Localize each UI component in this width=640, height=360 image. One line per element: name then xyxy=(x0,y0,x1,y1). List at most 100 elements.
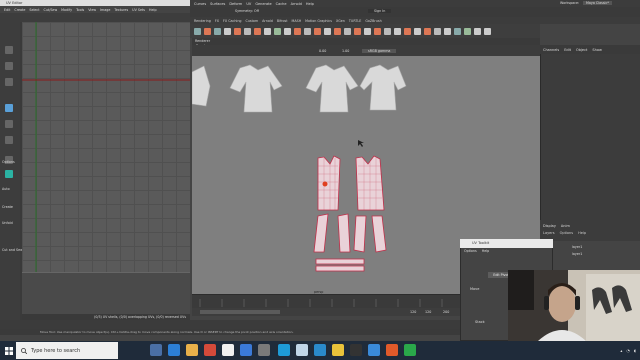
edge-icon[interactable] xyxy=(168,344,180,356)
exposure-field[interactable]: 0.00 xyxy=(319,49,326,53)
shelf-tool-icon[interactable] xyxy=(384,28,391,35)
app-icon[interactable] xyxy=(386,344,398,356)
settings-icon[interactable] xyxy=(258,344,270,356)
range-max-field[interactable]: 200 xyxy=(443,310,449,314)
range-slider-handle[interactable] xyxy=(200,310,280,314)
shelf-tab[interactable]: GoZBrush xyxy=(365,19,381,23)
tab-display[interactable]: Display xyxy=(543,224,556,228)
menu-uv[interactable]: UV xyxy=(246,2,251,6)
shelf-tool-icon[interactable] xyxy=(254,28,261,35)
viewport-renderer-menu[interactable]: Renderer xyxy=(195,39,210,43)
channel-box-edit[interactable]: Edit xyxy=(564,48,571,52)
shelf-tool-icon[interactable] xyxy=(294,28,301,35)
toolkit-help-menu[interactable]: Help xyxy=(482,249,490,253)
lasso-tool-icon[interactable] xyxy=(5,62,13,70)
menu-curves[interactable]: Curves xyxy=(194,2,206,6)
shelf-tab[interactable]: TURTLE xyxy=(349,19,361,23)
gamma-field[interactable]: 1.00 xyxy=(342,49,349,53)
shelf-tool-icon[interactable] xyxy=(354,28,361,35)
uv-grid[interactable] xyxy=(22,22,190,272)
tray-volume-icon[interactable]: ◖ xyxy=(634,348,636,353)
mail-icon[interactable] xyxy=(240,344,252,356)
tab-anim[interactable]: Anim xyxy=(561,224,570,228)
shelf-tool-icon[interactable] xyxy=(414,28,421,35)
start-button[interactable] xyxy=(2,341,16,360)
channel-box-object[interactable]: Object xyxy=(576,48,587,52)
shelf-tool-icon[interactable] xyxy=(204,28,211,35)
shelf-tool-icon[interactable] xyxy=(214,28,221,35)
uv-menu-item[interactable]: Edit xyxy=(4,8,10,12)
uv-menu-item[interactable]: Modify xyxy=(61,8,72,12)
app-icon[interactable] xyxy=(350,344,362,356)
shelf-tool-icon[interactable] xyxy=(444,28,451,35)
uv-menu-item[interactable]: Cut/Sew xyxy=(44,8,58,12)
channel-box-show[interactable]: Show xyxy=(592,48,601,52)
app-icon[interactable] xyxy=(296,344,308,356)
shelf-tool-icon[interactable] xyxy=(394,28,401,35)
uv-menu-item[interactable]: Image xyxy=(100,8,110,12)
uv-menu-item[interactable]: View xyxy=(88,8,96,12)
shelf-tool-icon[interactable] xyxy=(284,28,291,35)
shelf-tool-icon[interactable] xyxy=(374,28,381,35)
menu-cache[interactable]: Cache xyxy=(276,2,287,6)
side-label[interactable]: Create xyxy=(2,205,13,209)
file-explorer-icon[interactable] xyxy=(186,344,198,356)
shelf-tool-icon[interactable] xyxy=(464,28,471,35)
app-icon[interactable] xyxy=(404,344,416,356)
shelf-tool-icon[interactable] xyxy=(474,28,481,35)
toolkit-options-menu[interactable]: Options xyxy=(464,249,477,253)
taskbar-search-box[interactable]: Type here to search xyxy=(16,342,118,359)
tray-network-icon[interactable]: ◔ xyxy=(626,348,630,353)
color-space-select[interactable]: sRGB gamma xyxy=(362,49,397,53)
shelf-tool-icon[interactable] xyxy=(364,28,371,35)
shelf-tool-icon[interactable] xyxy=(274,28,281,35)
shelf-tab[interactable]: Motion Graphics xyxy=(305,19,332,23)
channel-box-channels[interactable]: Channels xyxy=(543,48,559,52)
uv-menu-item[interactable]: Help xyxy=(149,8,157,12)
uv-menu-item[interactable]: Textures xyxy=(114,8,128,12)
uv-menu-item[interactable]: UV Sets xyxy=(132,8,145,12)
shelf-tool-icon[interactable] xyxy=(264,28,271,35)
uv-menu-item[interactable]: Select xyxy=(29,8,39,12)
symmetry-dropdown[interactable]: Symmetry: Off xyxy=(235,9,259,13)
shelf-tool-icon[interactable] xyxy=(484,28,491,35)
shelf-tool-icon[interactable] xyxy=(434,28,441,35)
move-tool-icon[interactable] xyxy=(5,104,13,112)
rotate-tool-icon[interactable] xyxy=(5,120,13,128)
shelf-tool-icon[interactable] xyxy=(194,28,201,35)
layer-item[interactable]: layer1 xyxy=(572,252,582,256)
shelf-tool-icon[interactable] xyxy=(404,28,411,35)
workspace-select[interactable]: Maya Classic* xyxy=(583,1,612,5)
shelf-tab[interactable]: XGen xyxy=(336,19,345,23)
side-label[interactable]: Options xyxy=(2,160,15,164)
layer-menu-layers[interactable]: Layers xyxy=(543,231,555,235)
shelf-tab[interactable]: Custom xyxy=(246,19,259,23)
photoshop-icon[interactable] xyxy=(278,344,290,356)
paint-tool-icon[interactable] xyxy=(5,78,13,86)
range-end-field[interactable]: 120 xyxy=(425,310,431,314)
shelf-tool-icon[interactable] xyxy=(304,28,311,35)
side-label[interactable]: Auto xyxy=(2,187,10,191)
shelf-tool-icon[interactable] xyxy=(234,28,241,35)
shelf-tab[interactable]: Arnold xyxy=(262,19,273,23)
uv-grid-lower[interactable] xyxy=(22,272,190,314)
menu-generate[interactable]: Generate xyxy=(255,2,271,6)
app-icon[interactable] xyxy=(368,344,380,356)
shelf-tool-icon[interactable] xyxy=(224,28,231,35)
layer-menu-options[interactable]: Options xyxy=(560,231,574,235)
menu-deform[interactable]: Deform xyxy=(229,2,242,6)
shelf-tool-icon[interactable] xyxy=(244,28,251,35)
menu-surfaces[interactable]: Surfaces xyxy=(210,2,225,6)
shelf-tab[interactable]: FX Caching xyxy=(223,19,242,23)
side-label[interactable]: Unfold xyxy=(2,221,13,225)
layer-menu-help[interactable]: Help xyxy=(578,231,586,235)
menu-help[interactable]: Help xyxy=(306,2,314,6)
shelf-tab[interactable]: FX xyxy=(215,19,219,23)
range-start-field[interactable]: 120 xyxy=(410,310,416,314)
task-view-icon[interactable] xyxy=(150,344,162,356)
shelf-tool-icon[interactable] xyxy=(424,28,431,35)
shelf-tool-icon[interactable] xyxy=(324,28,331,35)
uv-menu-item[interactable]: Create xyxy=(14,8,25,12)
app-icon[interactable] xyxy=(332,344,344,356)
menu-arnold[interactable]: Arnold xyxy=(291,2,302,6)
